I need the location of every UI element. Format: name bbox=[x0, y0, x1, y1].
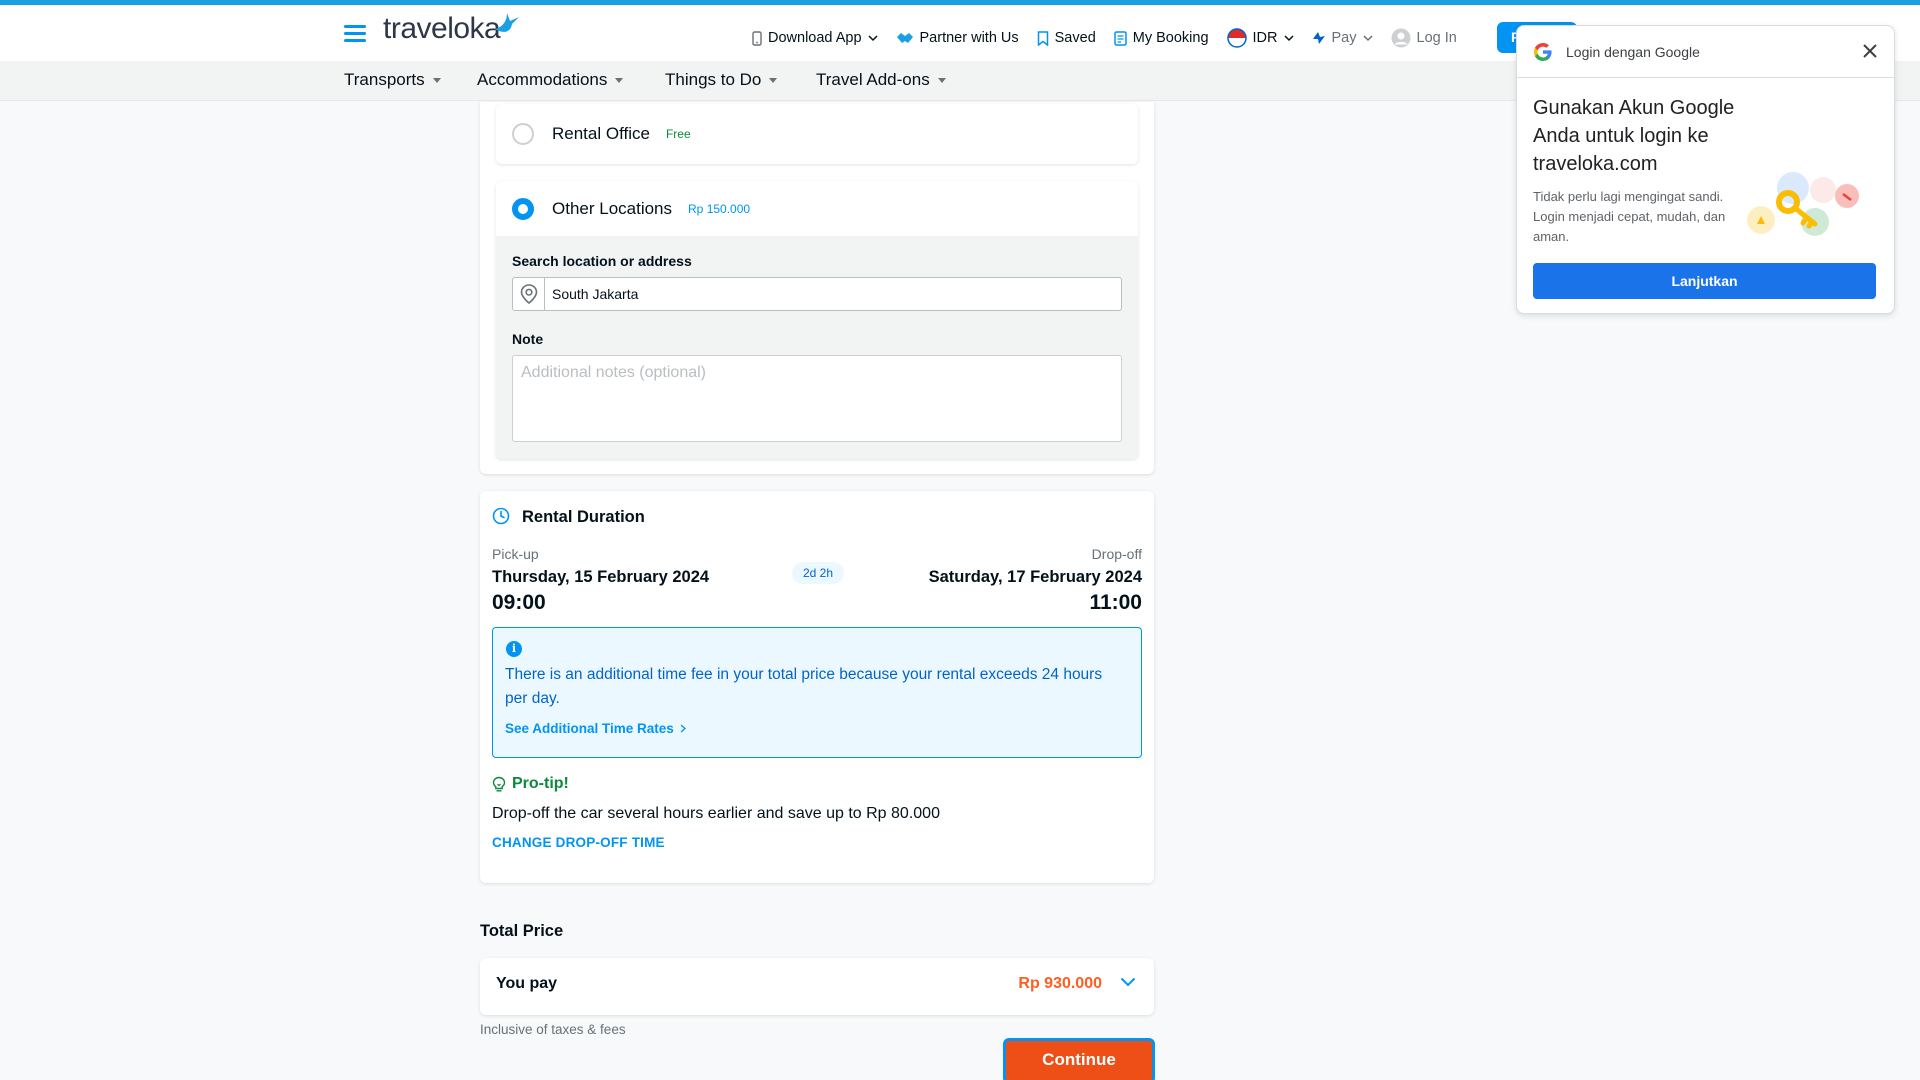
you-pay-label: You pay bbox=[496, 975, 558, 992]
flag-indonesia-icon bbox=[1226, 28, 1247, 48]
google-continue-button[interactable]: Lanjutkan bbox=[1533, 263, 1876, 299]
chevron-down-icon bbox=[1362, 34, 1373, 42]
additional-fee-text: There is an additional time fee in your … bbox=[505, 666, 1103, 707]
other-locations-header[interactable]: Other Locations Rp 150.000 bbox=[496, 181, 1138, 236]
dropoff-time: 11:00 bbox=[1089, 591, 1142, 614]
total-amount: Rp 930.000 bbox=[1018, 975, 1102, 992]
partner-link[interactable]: Partner with Us bbox=[896, 30, 1019, 46]
caret-down-icon bbox=[937, 77, 946, 83]
chevron-down-icon[interactable] bbox=[1120, 974, 1136, 992]
phone-icon bbox=[752, 30, 762, 46]
pickup-label: Pick-up bbox=[492, 546, 539, 562]
pay-menu[interactable]: Pay bbox=[1312, 30, 1373, 46]
note-textarea[interactable] bbox=[512, 355, 1122, 442]
google-logo-icon bbox=[1534, 43, 1552, 61]
radio-other-locations[interactable] bbox=[512, 198, 534, 220]
close-icon[interactable] bbox=[1860, 41, 1880, 61]
nav-travel-addons-label: Travel Add-ons bbox=[816, 70, 930, 89]
google-login-popup: Login dengan Google Gunakan Akun Google … bbox=[1516, 25, 1895, 314]
dropoff-date: Saturday, 17 February 2024 bbox=[928, 568, 1142, 586]
search-location-label: Search location or address bbox=[512, 253, 692, 269]
free-tag: Free bbox=[665, 127, 691, 141]
booking-icon bbox=[1114, 30, 1127, 46]
protip-text: Drop-off the car several hours earlier a… bbox=[492, 805, 940, 822]
saved-link[interactable]: Saved bbox=[1037, 30, 1096, 46]
currency-label: IDR bbox=[1252, 30, 1278, 46]
pay-label: Pay bbox=[1331, 30, 1357, 46]
logo[interactable]: traveloka bbox=[383, 12, 501, 46]
caret-down-icon bbox=[615, 77, 624, 83]
chevron-down-icon bbox=[1283, 34, 1294, 42]
total-price-title: Total Price bbox=[480, 922, 564, 940]
caret-down-icon bbox=[432, 77, 441, 83]
key-illustration-icon bbox=[1747, 172, 1859, 236]
inclusive-taxes-note: Inclusive of taxes & fees bbox=[480, 1022, 626, 1037]
saved-label: Saved bbox=[1054, 30, 1096, 46]
google-popup-subtitle: Tidak perlu lagi mengingat sandi. Login … bbox=[1533, 189, 1726, 244]
radio-rental-office[interactable] bbox=[512, 123, 534, 145]
menu-icon[interactable] bbox=[344, 25, 366, 42]
bookmark-icon bbox=[1037, 30, 1049, 46]
you-pay-card[interactable]: You pay Rp 930.000 bbox=[480, 958, 1154, 1015]
note-label: Note bbox=[512, 331, 544, 347]
pickup-time: 09:00 bbox=[492, 591, 546, 614]
google-popup-title: Gunakan Akun Google Anda untuk login ke … bbox=[1533, 97, 1735, 175]
nav-travel-addons[interactable]: Travel Add-ons bbox=[816, 70, 946, 90]
login-label: Log In bbox=[1416, 30, 1457, 46]
rental-office-label: Rental Office bbox=[552, 124, 650, 143]
bulb-icon bbox=[492, 776, 506, 791]
google-popup-header-text: Login dengan Google bbox=[1566, 44, 1700, 60]
dropoff-label: Drop-off bbox=[1091, 546, 1142, 562]
nav-things-to-do[interactable]: Things to Do bbox=[665, 70, 778, 90]
see-additional-rates-label: See Additional Time Rates bbox=[505, 721, 674, 736]
nav-transports-label: Transports bbox=[344, 70, 425, 89]
protip-title: Pro-tip! bbox=[512, 775, 569, 792]
my-booking-label: My Booking bbox=[1132, 30, 1209, 46]
other-locations-label: Other Locations bbox=[552, 199, 673, 218]
download-app-label: Download App bbox=[768, 30, 862, 46]
nav-things-to-do-label: Things to Do bbox=[665, 70, 762, 89]
top-navigation: Download App Partner with Us Saved My Bo… bbox=[752, 10, 1475, 66]
search-location-input[interactable] bbox=[545, 286, 1121, 302]
continue-button[interactable]: Continue bbox=[1003, 1038, 1155, 1080]
clock-icon bbox=[492, 507, 510, 525]
location-pin-icon bbox=[513, 278, 545, 310]
chevron-right-icon bbox=[680, 724, 686, 733]
logo-bird-icon bbox=[495, 13, 519, 32]
option-rental-office[interactable]: Rental Office Free bbox=[496, 104, 1138, 164]
change-dropoff-time-link[interactable]: CHANGE DROP-OFF TIME bbox=[492, 835, 665, 850]
partner-label: Partner with Us bbox=[919, 30, 1019, 46]
info-icon: i bbox=[506, 641, 522, 657]
other-locations-price-tag: Rp 150.000 bbox=[688, 202, 751, 216]
pay-icon bbox=[1312, 31, 1326, 45]
rental-duration-title: Rental Duration bbox=[522, 508, 645, 526]
nav-transports[interactable]: Transports bbox=[344, 70, 441, 90]
protip-heading: Pro-tip! bbox=[492, 775, 569, 793]
nav-accommodations[interactable]: Accommodations bbox=[477, 70, 624, 90]
pickup-date: Thursday, 15 February 2024 bbox=[492, 568, 710, 586]
see-additional-rates-link[interactable]: See Additional Time Rates bbox=[505, 721, 686, 736]
chevron-down-icon bbox=[867, 34, 878, 42]
google-popup-header: Login dengan Google bbox=[1517, 26, 1894, 78]
caret-down-icon bbox=[769, 77, 778, 83]
login-link[interactable]: Log In bbox=[1391, 28, 1457, 48]
additional-fee-notice: i There is an additional time fee in you… bbox=[492, 627, 1142, 758]
user-icon bbox=[1391, 28, 1411, 48]
search-location-field[interactable] bbox=[512, 277, 1122, 311]
nav-accommodations-label: Accommodations bbox=[477, 70, 608, 89]
download-app-link[interactable]: Download App bbox=[752, 30, 878, 46]
duration-badge: 2d 2h bbox=[792, 562, 844, 584]
currency-selector[interactable]: IDR bbox=[1226, 28, 1294, 48]
handshake-icon bbox=[896, 31, 914, 45]
my-booking-link[interactable]: My Booking bbox=[1114, 30, 1209, 46]
